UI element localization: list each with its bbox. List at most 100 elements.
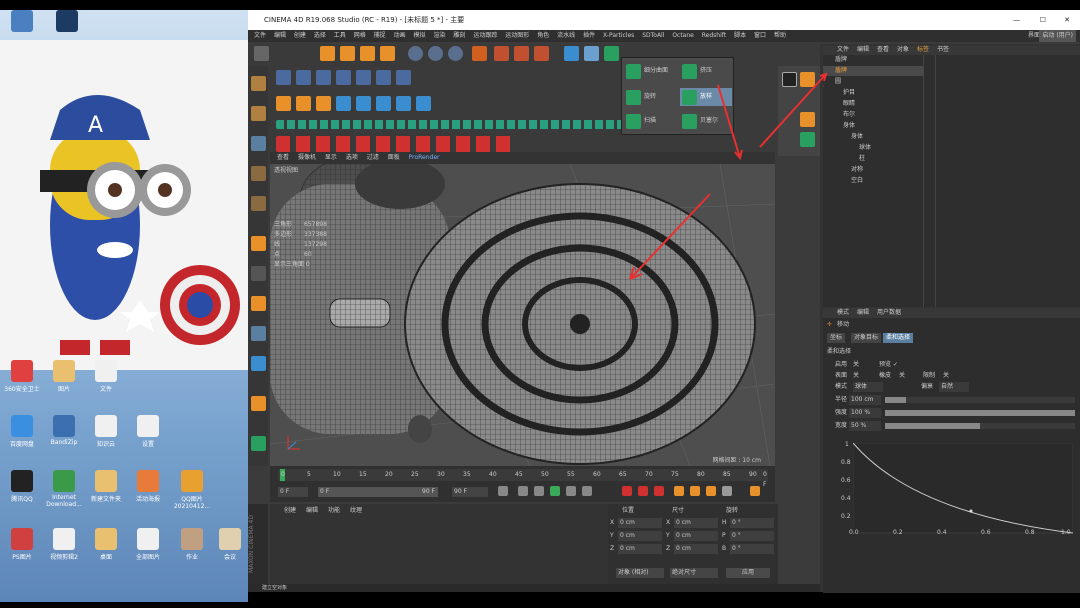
coordinate-icon[interactable] <box>472 46 487 61</box>
attr-subtab-coords[interactable]: 坐标 <box>827 333 846 343</box>
desktop-icon-poster[interactable]: 活动海报 <box>126 470 170 503</box>
max-frame-field[interactable]: 90 F <box>422 487 435 497</box>
keyframe-icon[interactable] <box>654 486 664 496</box>
render-settings-icon[interactable] <box>534 46 549 61</box>
menu-script[interactable]: 脚本 <box>734 32 746 39</box>
axis-icon[interactable] <box>251 236 266 251</box>
desktop-icon-desk[interactable]: 桌面 <box>84 528 128 561</box>
current-frame-field[interactable]: 0 F <box>318 487 438 497</box>
width-field[interactable]: 50 % <box>849 421 881 431</box>
strength-field[interactable]: 100 % <box>849 408 881 418</box>
menu-simulate[interactable]: 模拟 <box>414 32 426 39</box>
mat-tab-create[interactable]: 创建 <box>284 506 296 516</box>
desktop-icon-pictures[interactable]: 图片 <box>42 360 86 393</box>
attr-tab-edit[interactable]: 编辑 <box>857 308 869 318</box>
attr-tab-userdata[interactable]: 用户数据 <box>877 308 901 318</box>
autokey-icon[interactable] <box>638 486 648 496</box>
z-axis-icon[interactable] <box>448 46 463 61</box>
popup-item-extrude[interactable]: 挤压 <box>700 66 712 76</box>
tool-icon[interactable] <box>396 96 411 111</box>
menu-motion-tracking[interactable]: 运动跟踪 <box>473 32 497 39</box>
desktop-icon-360[interactable]: 360安全卫士 <box>0 360 44 393</box>
falloff-dropdown[interactable]: 自然 <box>939 382 969 392</box>
perspective-viewport[interactable]: 透视视图 三角形 657898 多边形 337388 线 137298 点 60… <box>270 164 775 466</box>
mat-tab-texture[interactable]: 纹理 <box>350 506 362 516</box>
tool-icon[interactable] <box>296 70 311 85</box>
x-axis-icon[interactable] <box>408 46 423 61</box>
cube-orange-icon[interactable] <box>800 72 815 87</box>
move-icon[interactable] <box>320 46 335 61</box>
goto-start-icon[interactable] <box>498 486 508 496</box>
menu-select[interactable]: 选择 <box>314 32 326 39</box>
surface-checkbox[interactable]: 关 <box>853 371 859 381</box>
attr-subtab-target[interactable]: 对象目标 <box>851 333 882 343</box>
scale-key-icon[interactable] <box>690 486 700 496</box>
taskbar-icon[interactable] <box>0 10 44 34</box>
mode-dropdown[interactable]: 球体 <box>853 382 883 392</box>
desktop-icon-allpics[interactable]: 全部图片 <box>126 528 170 561</box>
obj-tab-view[interactable]: 查看 <box>877 45 889 55</box>
vp-menu-camera[interactable]: 摄像机 <box>298 154 316 161</box>
menu-tools[interactable]: 工具 <box>334 32 346 39</box>
tool-icon[interactable] <box>396 70 411 85</box>
record-icon[interactable] <box>622 486 632 496</box>
tool-icon[interactable] <box>316 70 331 85</box>
layout-dropdown[interactable]: 启动 (用户) <box>1039 30 1076 42</box>
menu-sdtoall[interactable]: SDToAll <box>642 32 664 39</box>
desktop-icon-ps[interactable]: PS图片 <box>0 528 44 561</box>
render-tools-row[interactable] <box>276 136 516 152</box>
menu-help[interactable]: 帮助 <box>774 32 786 39</box>
enable-checkbox[interactable]: 关 <box>853 360 859 370</box>
attr-tab-mode[interactable]: 模式 <box>837 308 849 318</box>
popup-item-lathe[interactable]: 旋转 <box>644 92 656 102</box>
tool-icon[interactable] <box>376 96 391 111</box>
menu-edit[interactable]: 编辑 <box>274 32 286 39</box>
desktop-icon-doc[interactable]: 知识云 <box>84 415 128 448</box>
snap-icon[interactable] <box>251 266 266 281</box>
menu-window[interactable]: 窗口 <box>754 32 766 39</box>
desktop-icon-qq-image[interactable]: QQ图片20210412... <box>170 470 214 510</box>
tag-icon[interactable] <box>800 132 815 147</box>
sculpt-icon[interactable] <box>251 396 266 411</box>
restrict-checkbox[interactable]: 关 <box>943 371 949 381</box>
menu-render[interactable]: 渲染 <box>433 32 445 39</box>
rotation-h-field[interactable]: 0 ° <box>730 518 774 528</box>
attr-subtab-softselection[interactable]: 柔和选择 <box>883 333 914 343</box>
rotation-p-field[interactable]: 0 ° <box>730 531 774 541</box>
position-x-field[interactable]: 0 cm <box>618 518 662 528</box>
next-frame-icon[interactable] <box>566 486 576 496</box>
desktop-icon-meeting[interactable]: 会议 <box>208 528 252 561</box>
workplane-icon[interactable] <box>251 296 266 311</box>
material-preview-icon[interactable] <box>782 72 797 87</box>
subdivision-icon[interactable] <box>604 46 619 61</box>
goto-end-icon[interactable] <box>582 486 592 496</box>
menu-pipeline[interactable]: 流水线 <box>557 32 575 39</box>
width-slider[interactable] <box>885 423 1075 429</box>
vp-menu-prorender[interactable]: ProRender <box>409 154 440 161</box>
menu-xparticles[interactable]: X-Particles <box>603 32 634 39</box>
desktop-icon-settings[interactable]: 设置 <box>126 415 170 448</box>
tool-icon[interactable] <box>356 70 371 85</box>
param-key-icon[interactable] <box>722 486 732 496</box>
rotation-b-field[interactable]: 0 ° <box>730 544 774 554</box>
grid-icon[interactable] <box>251 326 266 341</box>
desktop-icon-file[interactable]: 文件 <box>84 360 128 393</box>
tool-icon[interactable] <box>276 70 291 85</box>
menu-redshift[interactable]: Redshift <box>702 32 726 39</box>
mat-tab-edit[interactable]: 编辑 <box>306 506 318 516</box>
size-x-field[interactable]: 0 cm <box>674 518 718 528</box>
close-button[interactable]: ✕ <box>1064 10 1070 30</box>
radius-slider[interactable] <box>885 397 1075 403</box>
position-z-field[interactable]: 0 cm <box>618 544 662 554</box>
desktop-icon-idm[interactable]: Internet Download... <box>42 470 86 508</box>
prev-frame-icon[interactable] <box>534 486 544 496</box>
menu-animate[interactable]: 动画 <box>394 32 406 39</box>
preview-checkbox[interactable]: 预览 ✓ <box>879 360 898 370</box>
vp-menu-display[interactable]: 显示 <box>325 154 337 161</box>
cube-icon[interactable] <box>564 46 579 61</box>
transform-icon[interactable] <box>380 46 395 61</box>
selection-tools-row[interactable] <box>276 120 636 129</box>
vp-menu-options[interactable]: 选项 <box>346 154 358 161</box>
popup-item-subdivision[interactable]: 细分曲面 <box>644 66 668 76</box>
menu-character[interactable]: 角色 <box>537 32 549 39</box>
